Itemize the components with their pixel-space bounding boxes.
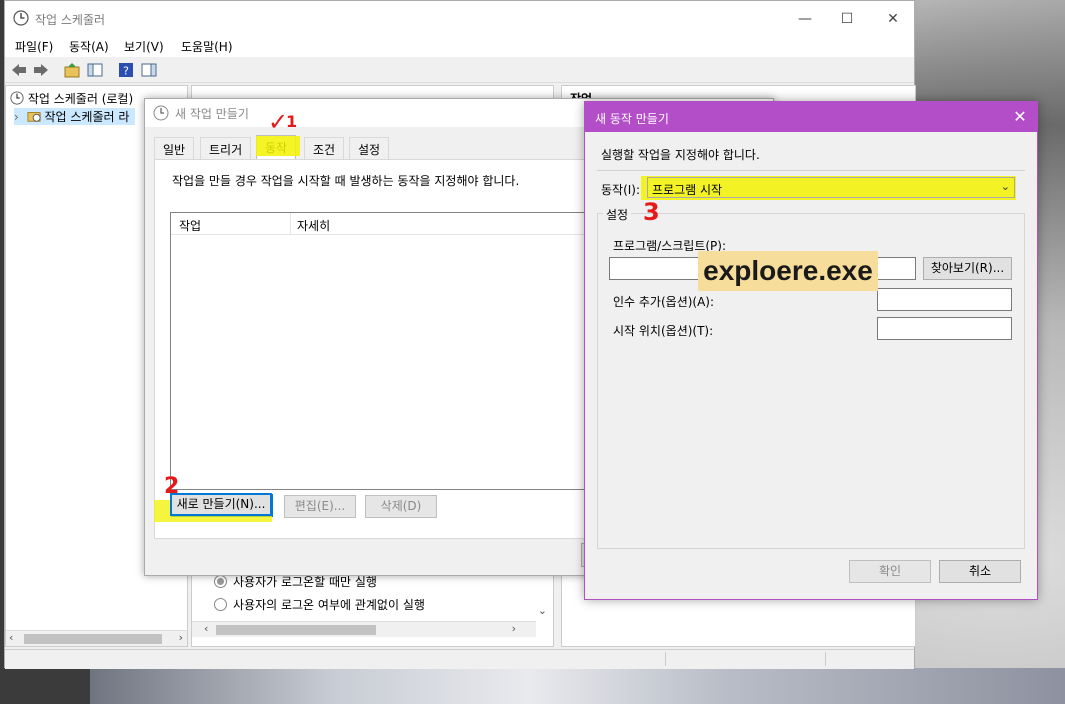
start-in-input[interactable]	[877, 317, 1012, 340]
menu-bar: 파일(F) 동작(A) 보기(V) 도움말(H)	[5, 35, 914, 57]
tree-item-library[interactable]: › 작업 스케줄러 라	[14, 108, 136, 125]
list-header: 작업 자세히	[171, 213, 599, 235]
ok-button[interactable]: 확인	[849, 560, 931, 583]
clock-icon	[10, 91, 24, 105]
scroll-thumb[interactable]	[24, 634, 162, 644]
radio-run-regardless[interactable]: 사용자의 로그온 여부에 관계없이 실행	[214, 596, 425, 613]
tab-general[interactable]: 일반	[154, 137, 195, 159]
dialog-title: 새 작업 만들기	[175, 107, 249, 121]
new-action-title-bar: 새 동작 만들기 ✕	[585, 102, 1037, 132]
scroll-left-icon[interactable]: ‹	[9, 631, 13, 644]
step-1-marker: 1	[286, 112, 298, 131]
window-title: 작업 스케줄러	[35, 13, 106, 27]
tree-item-root[interactable]: 작업 스케줄러 (로컬)	[10, 90, 133, 107]
tab-triggers[interactable]: 트리거	[200, 137, 252, 159]
radio-button[interactable]	[214, 598, 227, 611]
menu-file[interactable]: 파일(F)	[15, 38, 53, 55]
scroll-right-icon[interactable]: ›	[179, 631, 183, 644]
action-label: 동작(I):	[601, 183, 641, 197]
radio-label: 사용자가 로그온할 때만 실행	[233, 575, 377, 589]
help-icon[interactable]: ?	[117, 61, 135, 79]
chevron-down-icon: ⌄	[1000, 180, 1010, 193]
divider	[597, 170, 1025, 171]
expand-chevron-icon[interactable]: ›	[14, 110, 19, 124]
radio-label: 사용자의 로그온 여부에 관계없이 실행	[233, 598, 425, 612]
action-dropdown-value: 프로그램 시작	[652, 183, 723, 197]
clock-icon	[13, 10, 29, 26]
tree-item-label: 작업 스케줄러 라	[44, 110, 130, 124]
step-3-marker: 3	[643, 198, 660, 226]
menu-action[interactable]: 동작(A)	[69, 38, 109, 55]
edit-action-button[interactable]: 편집(E)...	[284, 495, 356, 518]
status-bar	[5, 649, 914, 669]
desktop-photo-bottom	[90, 668, 1065, 704]
menu-view[interactable]: 보기(V)	[124, 38, 164, 55]
toolbar: ?	[5, 57, 914, 83]
tab-settings[interactable]: 설정	[349, 137, 390, 159]
svg-text:?: ?	[123, 65, 129, 78]
actions-description: 작업을 만들 경우 작업을 시작할 때 발생하는 동작을 지정해야 합니다.	[172, 174, 520, 188]
highlight-actions-tab	[256, 136, 300, 156]
program-name-callout: exploere.exe	[698, 251, 878, 291]
menu-help[interactable]: 도움말(H)	[181, 38, 233, 55]
action-pane-icon[interactable]	[140, 61, 158, 79]
maximize-button[interactable]: ☐	[824, 5, 870, 33]
center-horizontal-scrollbar[interactable]: ‹ ›	[192, 621, 536, 637]
folder-up-icon[interactable]	[63, 61, 81, 79]
tab-conditions[interactable]: 조건	[304, 137, 345, 159]
actions-list[interactable]: 작업 자세히	[170, 212, 600, 490]
arguments-input[interactable]	[877, 288, 1012, 311]
action-dropdown[interactable]: 프로그램 시작 ⌄	[647, 177, 1015, 198]
folder-clock-icon	[27, 112, 41, 122]
column-action[interactable]: 작업	[179, 217, 201, 234]
start-in-label: 시작 위치(옵션)(T):	[613, 324, 714, 338]
forward-arrow-icon[interactable]	[32, 61, 50, 79]
browse-button[interactable]: 찾아보기(R)...	[923, 257, 1012, 280]
cancel-button[interactable]: 취소	[939, 560, 1021, 583]
close-button[interactable]: ✕	[870, 5, 916, 33]
new-action-dialog: 새 동작 만들기 ✕ 실행할 작업을 지정해야 합니다. 동작(I): 프로그램…	[584, 101, 1038, 600]
scroll-thumb[interactable]	[216, 625, 376, 635]
clock-icon	[153, 105, 169, 121]
column-details[interactable]: 자세히	[297, 217, 330, 234]
tree-item-label: 작업 스케줄러 (로컬)	[27, 92, 134, 106]
scroll-right-icon[interactable]: ›	[512, 622, 516, 635]
new-action-button-overlay[interactable]: 새로 만들기(N)...	[170, 493, 272, 516]
radio-button[interactable]	[214, 575, 227, 588]
tree-horizontal-scrollbar[interactable]: ‹ ›	[6, 630, 187, 646]
close-icon[interactable]: ✕	[1003, 102, 1037, 132]
show-hide-tree-icon[interactable]	[86, 61, 104, 79]
arguments-label: 인수 추가(옵션)(A):	[613, 295, 715, 309]
delete-action-button[interactable]: 삭제(D)	[365, 495, 437, 518]
minimize-button[interactable]: —	[782, 5, 828, 33]
title-bar: 작업 스케줄러 — ☐ ✕	[5, 1, 914, 35]
scroll-left-icon[interactable]: ‹	[204, 622, 208, 635]
dialog-title: 새 동작 만들기	[595, 112, 669, 126]
back-arrow-icon[interactable]	[10, 61, 28, 79]
instruction-text: 실행할 작업을 지정해야 합니다.	[601, 148, 760, 162]
settings-group-label: 설정	[603, 206, 632, 223]
scroll-down-icon[interactable]: ⌄	[538, 604, 547, 617]
